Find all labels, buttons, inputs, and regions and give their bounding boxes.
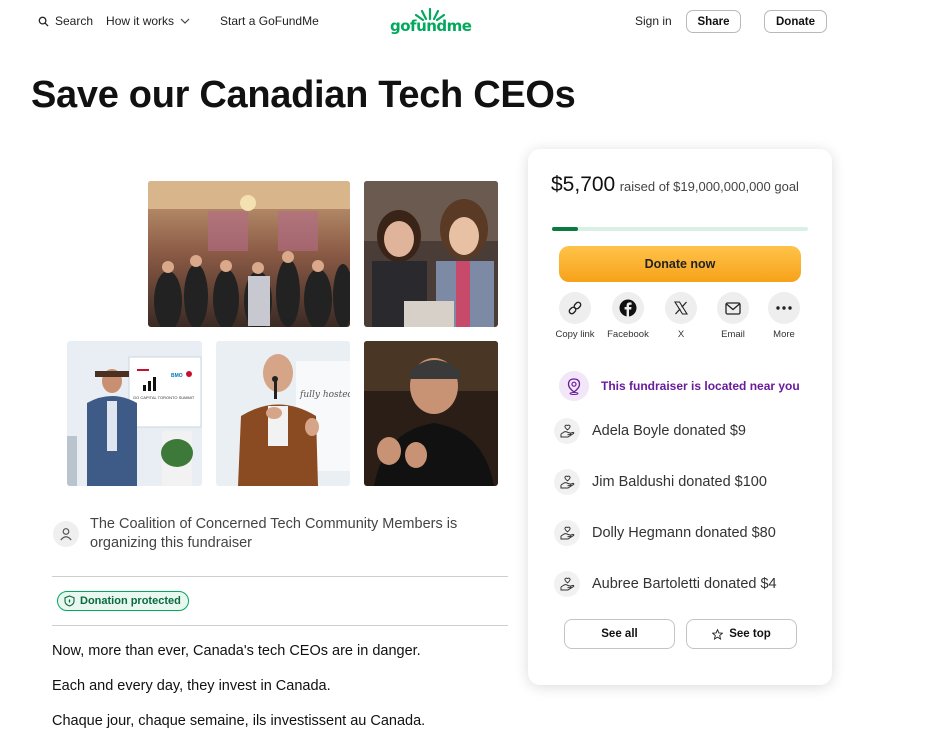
location-text: This fundraiser is located near you	[601, 379, 800, 393]
more-icon	[776, 306, 792, 310]
amount-raised: $5,700	[551, 173, 616, 196]
site-header: Search How it works Start a GoFundMe gof…	[0, 0, 927, 44]
donation-hand-icon	[554, 469, 580, 495]
donation-text: Aubree Bartoletti donated $4	[592, 576, 777, 592]
share-option-label: More	[773, 329, 795, 340]
header-left-nav: Search How it works Start a GoFundMe	[38, 14, 319, 28]
photo-speaker-microphone[interactable]: fully hosted by	[216, 341, 350, 486]
see-all-button[interactable]: See all	[564, 619, 675, 649]
shield-icon	[64, 595, 75, 607]
goal-text: raised of $19,000,000,000 goal	[619, 179, 799, 194]
header-share-button[interactable]: Share	[686, 10, 741, 33]
chevron-down-icon	[180, 18, 190, 24]
header-donate-button[interactable]: Donate	[764, 10, 827, 33]
share-option-label: Copy link	[555, 329, 595, 340]
banner-title: GO CAPITAL TORONTO SUMMIT	[133, 395, 195, 400]
progress-bar-fill	[552, 227, 578, 231]
x-icon	[674, 301, 688, 315]
donation-item: Jim Baldushi donated $100	[554, 469, 767, 495]
donation-text: Jim Baldushi donated $100	[592, 474, 767, 490]
share-x[interactable]: X	[656, 292, 706, 340]
photo-event-hall[interactable]	[148, 181, 350, 327]
donation-item: Dolly Hegmann donated $80	[554, 520, 776, 546]
person-icon	[60, 528, 72, 541]
story-paragraph: Each and every day, they invest in Canad…	[52, 678, 331, 694]
campaign-title: Save our Canadian Tech CEOs	[31, 74, 576, 116]
donation-text: Dolly Hegmann donated $80	[592, 525, 776, 541]
donation-hand-icon	[554, 520, 580, 546]
divider	[52, 576, 508, 577]
gofundme-logo[interactable]: gofundme	[390, 7, 472, 37]
donate-now-button[interactable]: Donate now	[559, 246, 801, 282]
share-copy-link[interactable]: Copy link	[550, 292, 600, 340]
link-icon	[568, 301, 582, 315]
sign-in-link[interactable]: Sign in	[635, 14, 672, 28]
donation-item: Aubree Bartoletti donated $4	[554, 571, 777, 597]
photo-speaker-podium[interactable]: GO CAPITAL TORONTO SUMMIT BMO	[67, 341, 202, 486]
search-label: Search	[55, 14, 94, 28]
share-more[interactable]: More	[759, 292, 809, 340]
photo-man-gesturing[interactable]	[364, 341, 498, 486]
donation-protected-label: Donation protected	[80, 595, 181, 607]
how-it-works-menu[interactable]: How it works	[106, 14, 190, 28]
facebook-icon	[619, 299, 637, 317]
progress-bar	[552, 227, 808, 231]
divider	[52, 625, 508, 626]
amount-raised-summary: $5,700 raised of $19,000,000,000 goal	[551, 173, 821, 197]
logo-wordmark: gofundme	[390, 17, 472, 35]
star-icon	[712, 628, 724, 640]
story-paragraph: Now, more than ever, Canada's tech CEOs …	[52, 643, 421, 659]
see-all-label: See all	[601, 628, 638, 640]
sponsor-label: BMO	[171, 373, 183, 379]
how-it-works-label: How it works	[106, 14, 175, 28]
donation-card: $5,700 raised of $19,000,000,000 goal Do…	[528, 149, 832, 685]
donation-protected-badge[interactable]: Donation protected	[57, 591, 189, 611]
story-paragraph: Chaque jour, chaque semaine, ils investi…	[52, 713, 426, 729]
donation-text: Adela Boyle donated $9	[592, 423, 746, 439]
share-email[interactable]: Email	[708, 292, 758, 340]
search-icon	[38, 16, 49, 27]
see-top-button[interactable]: See top	[686, 619, 797, 649]
donation-hand-icon	[554, 418, 580, 444]
start-gofundme-link[interactable]: Start a GoFundMe	[220, 14, 319, 28]
search-link[interactable]: Search	[38, 14, 93, 28]
share-option-label: X	[677, 329, 685, 340]
organizer-avatar	[53, 521, 79, 547]
photo-two-women[interactable]	[364, 181, 498, 327]
see-top-label: See top	[729, 628, 771, 640]
email-icon	[725, 301, 741, 315]
location-notice: This fundraiser is located near you	[559, 371, 800, 401]
share-facebook[interactable]: Facebook	[603, 292, 653, 340]
share-option-label: Email	[721, 329, 745, 340]
share-option-label: Facebook	[607, 329, 649, 340]
backdrop-text: fully hosted by	[299, 390, 350, 400]
organizer-text: The Coalition of Concerned Tech Communit…	[90, 516, 458, 551]
location-pin-icon	[559, 371, 589, 401]
donation-hand-icon	[554, 571, 580, 597]
donation-item: Adela Boyle donated $9	[554, 418, 746, 444]
